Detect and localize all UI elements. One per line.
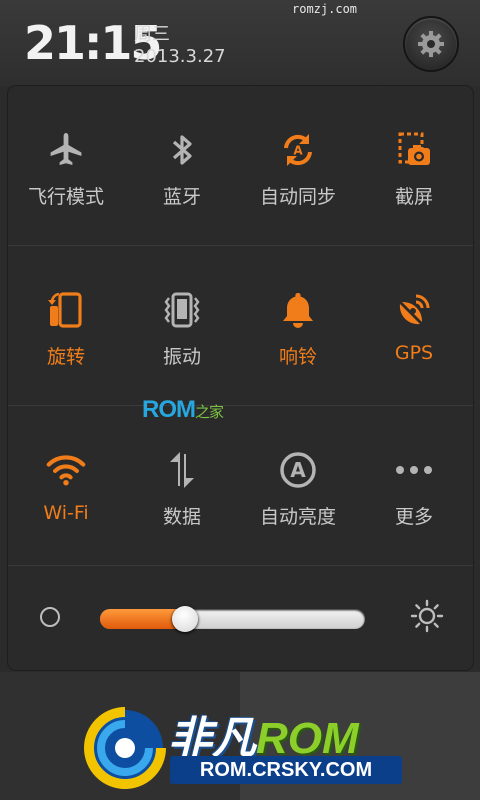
- toggle-screenshot[interactable]: 截屏: [356, 86, 472, 246]
- brightness-low-icon: [40, 607, 60, 627]
- toggle-row: 旋转 振动 响铃 GPS: [8, 246, 473, 406]
- rotate-icon: [48, 292, 82, 328]
- toggle-label: 自动同步: [259, 186, 336, 208]
- bell-icon: [283, 293, 313, 328]
- brightness-control: [8, 566, 473, 670]
- sync-icon: A: [284, 134, 312, 166]
- toggle-label: 飞行模式: [27, 186, 104, 208]
- more-icon: [396, 466, 432, 474]
- toggle-label: 振动: [162, 346, 201, 368]
- toggle-label: 数据: [162, 506, 201, 528]
- toggle-wifi[interactable]: Wi-Fi: [8, 406, 124, 566]
- svg-text:A: A: [293, 144, 303, 158]
- toggle-label: 自动亮度: [259, 506, 336, 528]
- watermark-logo-text: ROM: [142, 396, 196, 423]
- wifi-icon: [46, 455, 86, 486]
- toggle-label: GPS: [394, 342, 434, 364]
- toggle-airplane[interactable]: 飞行模式: [8, 86, 124, 246]
- toggle-label: 响铃: [278, 346, 317, 368]
- toggle-gps[interactable]: GPS: [356, 246, 472, 406]
- toggle-label: 蓝牙: [162, 186, 201, 208]
- notification-header: 21:15 周三 2013.3.27 romzj.com: [0, 0, 480, 86]
- settings-button[interactable]: [403, 16, 459, 72]
- toggle-auto-sync[interactable]: A 自动同步: [240, 86, 356, 246]
- toggle-more[interactable]: 更多: [356, 406, 472, 566]
- toggle-rotate[interactable]: 旋转: [8, 246, 124, 406]
- brightness-slider-thumb[interactable]: [172, 606, 198, 632]
- toggle-label: Wi-Fi: [43, 502, 89, 524]
- date-label: 2013.3.27: [134, 46, 226, 67]
- gear-icon: [418, 31, 444, 57]
- toggle-data[interactable]: 数据: [124, 406, 240, 566]
- watermark-logo: ROM之家: [142, 396, 224, 424]
- watermark-logo-suffix: 之家: [195, 404, 224, 421]
- airplane-icon: [50, 133, 82, 165]
- gps-icon: [399, 294, 430, 325]
- toggle-bluetooth[interactable]: 蓝牙: [124, 86, 240, 246]
- toggle-label: 旋转: [46, 346, 85, 368]
- toggle-ring[interactable]: 响铃: [240, 246, 356, 406]
- brightness-slider[interactable]: [100, 606, 365, 632]
- toggle-vibrate[interactable]: 振动: [124, 246, 240, 406]
- toggle-label: 更多: [394, 506, 433, 528]
- toggle-auto-brightness[interactable]: A 自动亮度: [240, 406, 356, 566]
- screenshot-icon: [398, 132, 430, 165]
- toggle-label: 截屏: [394, 186, 433, 208]
- quick-toggle-panel: 飞行模式 蓝牙 A 自动同步 截屏 旋转 振动 响铃 GPS Wi-Fi 数据 …: [8, 86, 473, 670]
- auto-brightness-icon: A: [280, 452, 316, 488]
- data-icon: [170, 452, 194, 488]
- vibrate-icon: [164, 292, 200, 328]
- weekday-label: 周三: [134, 24, 170, 45]
- brand-url: ROM.CRSKY.COM: [170, 756, 402, 784]
- watermark-text: romzj.com: [292, 2, 358, 16]
- brand-watermark: 非凡ROM ROM.CRSKY.COM: [80, 696, 410, 796]
- brand-logo-swirl: [84, 707, 166, 789]
- toggle-row: Wi-Fi 数据 A 自动亮度 更多: [8, 406, 473, 566]
- bluetooth-icon: [172, 135, 192, 165]
- svg-text:A: A: [290, 458, 306, 482]
- brightness-high-icon: [410, 599, 444, 633]
- toggle-row: 飞行模式 蓝牙 A 自动同步 截屏: [8, 86, 473, 246]
